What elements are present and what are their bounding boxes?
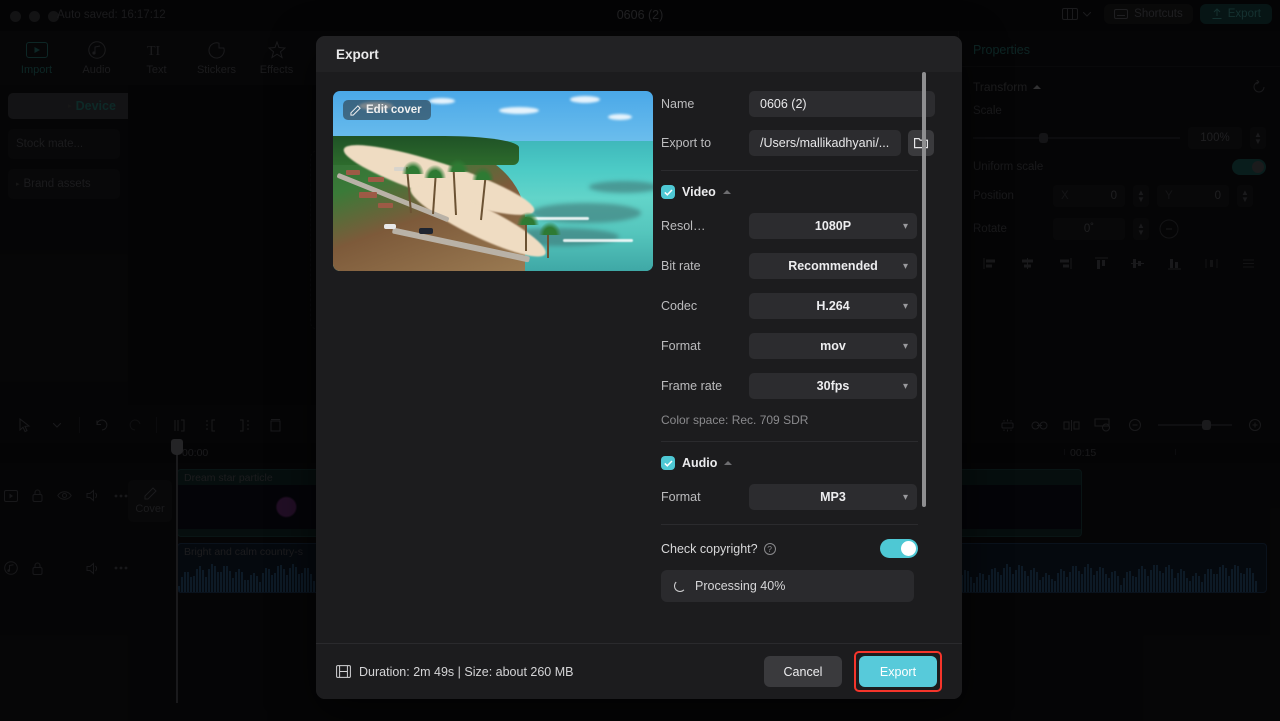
audio-format-select[interactable]: MP3 ▾ [749, 484, 917, 510]
framerate-select[interactable]: 30fps ▾ [749, 373, 917, 399]
export-settings-pane: Name 0606 (2) Export to /Users/mallikadh… [661, 72, 946, 643]
duration-size-info: Duration: 2m 49s | Size: about 260 MB [336, 665, 573, 679]
duration-size-text: Duration: 2m 49s | Size: about 260 MB [359, 665, 573, 679]
export-to-label: Export to [661, 136, 749, 150]
check-icon [664, 460, 673, 467]
resolution-row: Resol… 1080P ▾ [661, 213, 946, 239]
copyright-status-banner: Processing 40% [661, 570, 914, 602]
video-section-header[interactable]: Video [661, 185, 946, 199]
chevron-down-icon: ▾ [903, 221, 908, 232]
audio-section-label: Audio [682, 456, 717, 470]
cover-thumbnail[interactable]: Edit cover [333, 91, 653, 271]
video-section-label: Video [682, 185, 716, 199]
cancel-button[interactable]: Cancel [764, 656, 842, 687]
format-label: Format [661, 339, 749, 353]
chevron-down-icon: ▾ [903, 341, 908, 352]
check-copyright-row: Check copyright? ? [661, 539, 918, 558]
spinner-icon [674, 580, 686, 592]
footer-buttons: Cancel Export [764, 651, 942, 692]
bitrate-select[interactable]: Recommended ▾ [749, 253, 917, 279]
settings-scrollbar[interactable] [922, 72, 926, 507]
film-icon [336, 665, 351, 678]
chevron-down-icon: ▾ [903, 492, 908, 503]
dialog-header: Export [316, 36, 962, 72]
edit-cover-button[interactable]: Edit cover [343, 100, 431, 120]
resolution-value: 1080P [815, 219, 851, 233]
name-row: Name 0606 (2) [661, 91, 946, 117]
bitrate-label: Bit rate [661, 259, 749, 273]
export-button-highlight-wrapper: Export [854, 651, 942, 692]
export-to-row: Export to /Users/mallikadhyani/... [661, 130, 946, 156]
framerate-label: Frame rate [661, 379, 749, 393]
format-select[interactable]: mov ▾ [749, 333, 917, 359]
chevron-up-icon[interactable] [724, 461, 732, 465]
check-copyright-toggle[interactable] [880, 539, 918, 558]
settings-scroll-area[interactable]: Name 0606 (2) Export to /Users/mallikadh… [661, 91, 946, 631]
bitrate-value: Recommended [788, 259, 878, 273]
divider [661, 524, 918, 525]
chevron-down-icon: ▾ [903, 301, 908, 312]
audio-format-row: Format MP3 ▾ [661, 484, 946, 510]
framerate-value: 30fps [817, 379, 850, 393]
export-dialog: Export [316, 36, 962, 699]
color-space-text: Color space: Rec. 709 SDR [661, 413, 946, 427]
audio-format-value: MP3 [820, 490, 846, 504]
audio-format-label: Format [661, 490, 749, 504]
framerate-row: Frame rate 30fps ▾ [661, 373, 946, 399]
dialog-footer: Duration: 2m 49s | Size: about 260 MB Ca… [316, 643, 962, 699]
chevron-down-icon: ▾ [903, 261, 908, 272]
codec-select[interactable]: H.264 ▾ [749, 293, 917, 319]
codec-label: Codec [661, 299, 749, 313]
codec-row: Codec H.264 ▾ [661, 293, 946, 319]
pencil-icon [350, 105, 361, 116]
cover-preview-pane: Edit cover [316, 72, 661, 643]
dialog-title: Export [336, 47, 379, 62]
export-path-input[interactable]: /Users/mallikadhyani/... [749, 130, 901, 156]
browse-folder-button[interactable] [908, 130, 934, 156]
chevron-down-icon: ▾ [903, 381, 908, 392]
codec-value: H.264 [816, 299, 849, 313]
divider [661, 441, 918, 442]
divider [661, 170, 918, 171]
dialog-body: Edit cover Name 0606 (2) Export to /User… [316, 72, 962, 643]
name-input[interactable]: 0606 (2) [749, 91, 935, 117]
chevron-up-icon[interactable] [723, 190, 731, 194]
name-label: Name [661, 97, 749, 111]
check-icon [664, 189, 673, 196]
app-window: Auto saved: 16:17:12 0606 (2) Shortcuts … [0, 0, 1280, 721]
format-row: Format mov ▾ [661, 333, 946, 359]
help-icon[interactable]: ? [764, 543, 776, 555]
audio-section-header[interactable]: Audio [661, 456, 946, 470]
resolution-select[interactable]: 1080P ▾ [749, 213, 917, 239]
resolution-label: Resol… [661, 219, 749, 233]
audio-checkbox[interactable] [661, 456, 675, 470]
highlight-box [854, 651, 942, 692]
bitrate-row: Bit rate Recommended ▾ [661, 253, 946, 279]
edit-cover-label: Edit cover [366, 104, 422, 116]
video-checkbox[interactable] [661, 185, 675, 199]
check-copyright-label: Check copyright? [661, 542, 758, 556]
format-value: mov [820, 339, 846, 353]
copyright-status-text: Processing 40% [695, 579, 785, 593]
